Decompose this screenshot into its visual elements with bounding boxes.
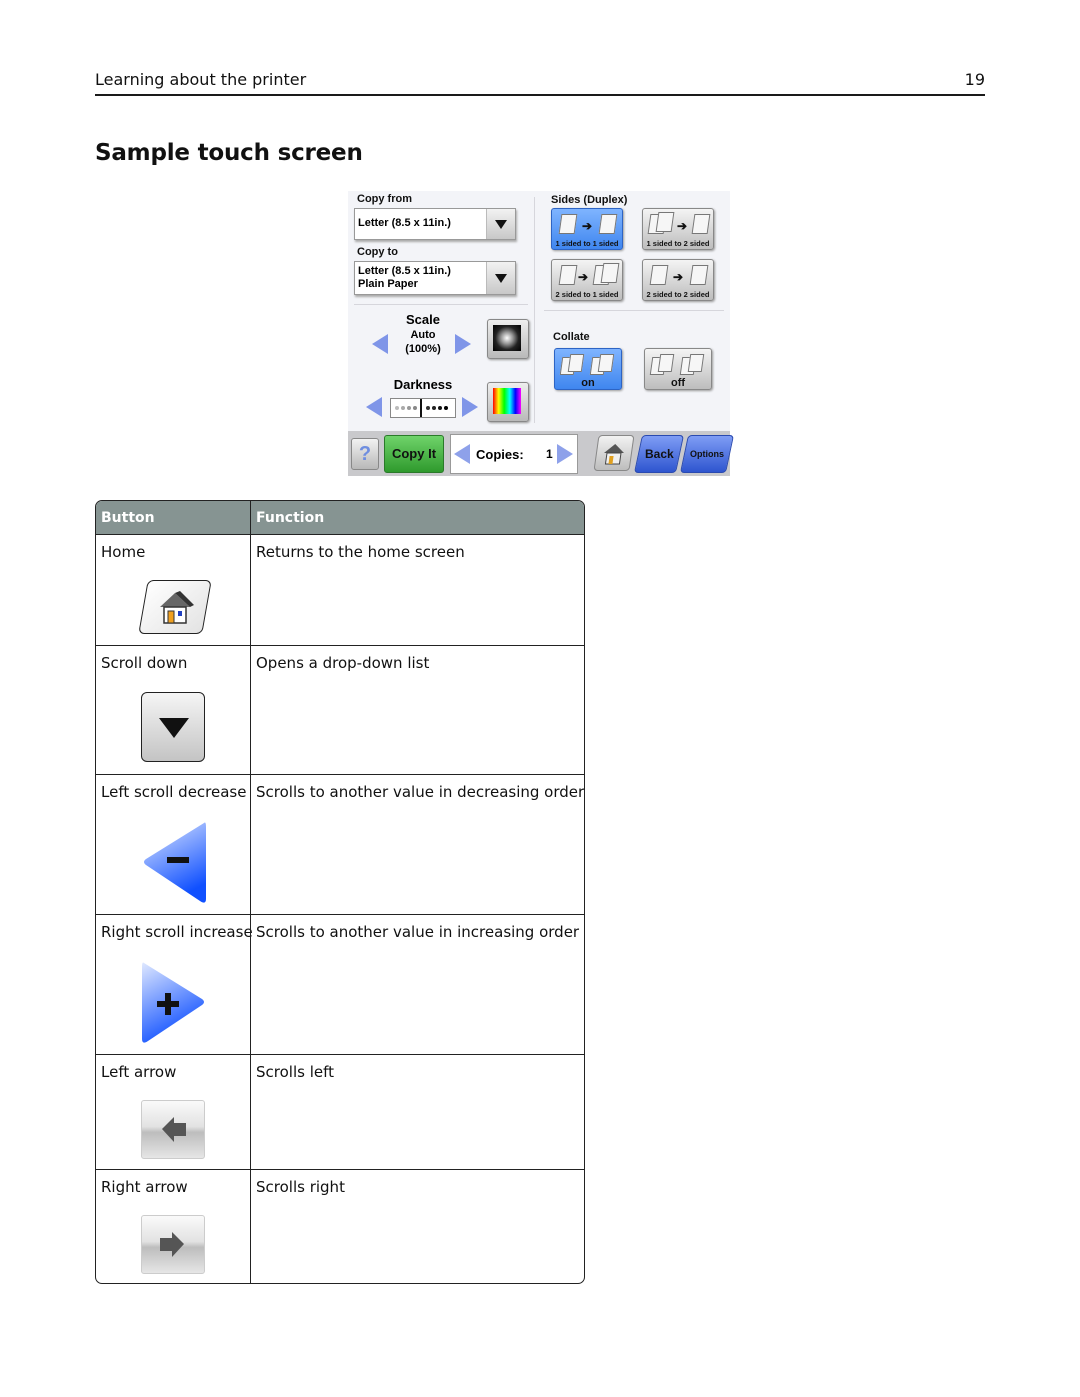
copy-from-label: Copy from (357, 193, 412, 205)
right-scroll-increase-icon (142, 962, 204, 1043)
column-separator (250, 501, 251, 1283)
sides-option-2to1[interactable]: ➔ 2 sided to 1 sided (551, 259, 623, 301)
option-caption: 1 sided to 1 sided (555, 239, 619, 248)
row-function: Scrolls left (256, 1063, 334, 1081)
page-header-title: Learning about the printer (95, 70, 307, 89)
row-button-name: Home (101, 543, 146, 561)
copy-to-value-line2: Plain Paper (358, 278, 418, 290)
row-button-name: Scroll down (101, 654, 188, 672)
table-row: Right arrow Scrolls right (96, 1170, 584, 1283)
left-arrow-icon (141, 1100, 205, 1159)
option-caption: 2 sided to 2 sided (646, 290, 710, 299)
sides-option-1to1[interactable]: ➔ 1 sided to 1 sided (551, 208, 623, 250)
collate-off-button[interactable]: off (644, 348, 712, 390)
table-row: Right scroll increase Scrolls to another… (96, 915, 584, 1055)
scale-label: Scale (406, 312, 440, 327)
darkness-decrease-button[interactable] (366, 397, 382, 417)
button-function-table: Button Function Home Returns to the home… (95, 500, 585, 1284)
darkness-slider[interactable] (390, 398, 456, 418)
row-function: Scrolls right (256, 1178, 345, 1196)
flower-photo-icon (493, 325, 521, 351)
row-button-name: Right arrow (101, 1178, 188, 1196)
options-label: Options (690, 449, 724, 459)
option-caption: 1 sided to 2 sided (646, 239, 710, 248)
table-row: Home Returns to the home screen (96, 535, 584, 646)
copy-it-button[interactable]: Copy It (384, 435, 444, 473)
scale-increase-button[interactable] (455, 334, 471, 354)
color-settings-button[interactable] (487, 382, 529, 422)
option-caption: off (670, 377, 686, 389)
home-icon (138, 580, 212, 634)
copies-increase-button[interactable] (557, 444, 573, 464)
option-caption: 2 sided to 1 sided (555, 290, 619, 299)
scroll-down-icon[interactable] (486, 209, 515, 239)
table-row: Scroll down Opens a drop-down list (96, 646, 584, 775)
sides-option-1to2[interactable]: ➔ 1 sided to 2 sided (642, 208, 714, 250)
divider (354, 304, 528, 305)
copies-decrease-button[interactable] (454, 444, 470, 464)
home-button[interactable] (593, 435, 635, 471)
copies-control: Copies: 1 (450, 434, 578, 474)
page-number: 19 (964, 70, 985, 89)
collate-on-button[interactable]: on (554, 348, 622, 390)
photo-settings-button[interactable] (487, 319, 529, 359)
color-spectrum-icon (493, 388, 521, 414)
darkness-indicator (420, 399, 422, 417)
copy-from-value: Letter (8.5 x 11in.) (358, 217, 451, 229)
row-function: Scrolls to another value in decreasing o… (256, 783, 585, 801)
row-function: Returns to the home screen (256, 543, 465, 561)
table-header: Button Function (96, 501, 584, 535)
scale-decrease-button[interactable] (372, 334, 388, 354)
help-button[interactable]: ? (351, 438, 379, 470)
header-function: Function (256, 510, 325, 526)
left-scroll-decrease-icon (144, 822, 206, 903)
table-row: Left scroll decrease Scrolls to another … (96, 775, 584, 915)
copies-label: Copies: (476, 447, 524, 462)
row-function: Scrolls to another value in increasing o… (256, 923, 580, 941)
row-button-name: Left arrow (101, 1063, 177, 1081)
header-button: Button (101, 510, 155, 526)
row-function: Opens a drop-down list (256, 654, 430, 672)
column-divider (534, 197, 535, 423)
copy-from-dropdown[interactable]: Letter (8.5 x 11in.) (354, 208, 516, 240)
scale-value-line1: Auto (410, 329, 436, 341)
copy-to-label: Copy to (357, 246, 398, 258)
sides-label: Sides (Duplex) (551, 194, 628, 206)
divider (544, 310, 724, 311)
collate-label: Collate (553, 331, 590, 343)
darkness-increase-button[interactable] (462, 397, 478, 417)
scroll-down-icon (141, 692, 205, 762)
copy-to-value-line1: Letter (8.5 x 11in.) (358, 265, 451, 277)
scale-value-line2: (100%) (405, 343, 441, 355)
copies-value: 1 (546, 447, 553, 461)
sides-option-2to2[interactable]: ➔ 2 sided to 2 sided (642, 259, 714, 301)
question-mark-icon: ? (358, 443, 372, 465)
scroll-down-icon[interactable] (486, 262, 515, 294)
bottom-bar: ? Copy It Copies: 1 Back Options (348, 431, 735, 476)
option-caption: on (581, 377, 595, 389)
table-row: Left arrow Scrolls left (96, 1055, 584, 1170)
row-button-name: Right scroll increase (101, 923, 253, 941)
row-button-name: Left scroll decrease (101, 783, 247, 801)
options-button[interactable]: Options (679, 435, 735, 473)
home-icon (604, 444, 624, 465)
back-label: Back (644, 447, 674, 461)
back-button[interactable]: Back (633, 435, 685, 473)
sample-touch-screen: Copy from Letter (8.5 x 11in.) Copy to L… (348, 191, 735, 476)
copy-to-dropdown[interactable]: Letter (8.5 x 11in.) Plain Paper (354, 261, 516, 295)
darkness-label: Darkness (393, 377, 453, 392)
section-title: Sample touch screen (95, 140, 363, 166)
right-arrow-icon (141, 1215, 205, 1274)
page-header: Learning about the printer 19 (95, 68, 985, 96)
